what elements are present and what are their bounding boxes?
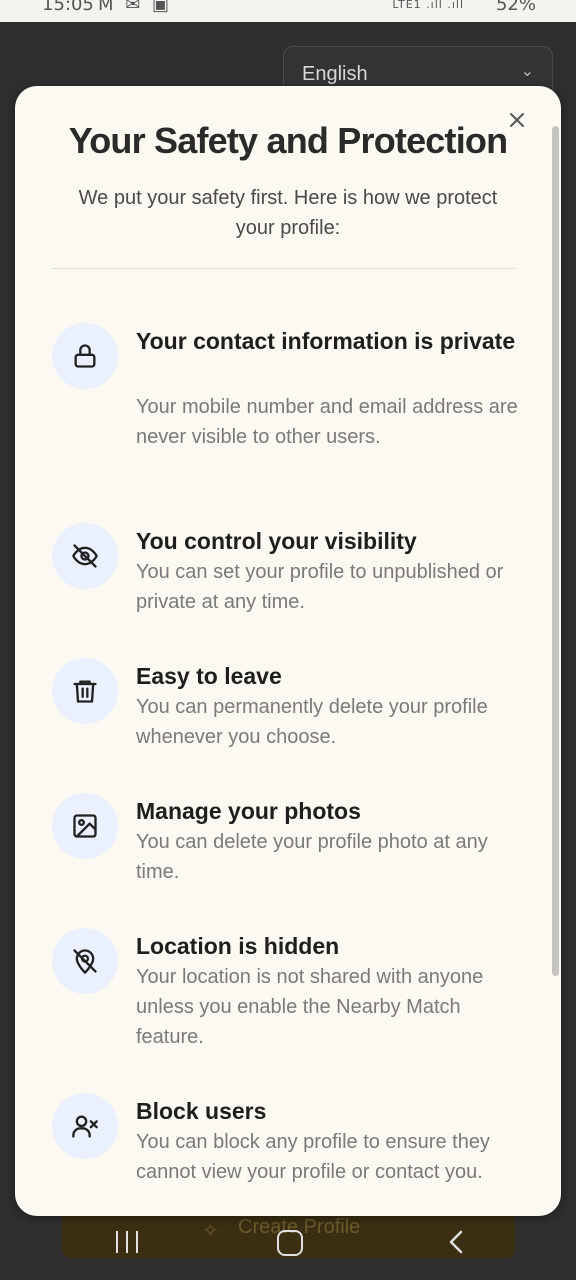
feature-title: Your contact information is private bbox=[136, 328, 516, 354]
battery-level: 52% bbox=[495, 0, 536, 15]
safety-modal: Your Safety and Protection We put your s… bbox=[15, 86, 561, 1216]
feature-icon-circle bbox=[52, 928, 118, 994]
feature-icon-circle bbox=[52, 793, 118, 859]
feature-icon-circle bbox=[52, 323, 118, 389]
feature-description: You can delete your profile photo at any… bbox=[136, 831, 488, 883]
eye-off-icon bbox=[72, 544, 98, 568]
recents-button[interactable] bbox=[116, 1231, 140, 1253]
feature-description: You can permanently delete your profile … bbox=[136, 696, 488, 748]
feature-description: You can block any profile to ensure they… bbox=[136, 1131, 490, 1183]
scrollbar[interactable] bbox=[552, 126, 559, 976]
trash-icon bbox=[73, 680, 97, 703]
status-time: 15:05 bbox=[42, 0, 94, 15]
home-button[interactable] bbox=[277, 1230, 303, 1256]
network-signal-icon: LTE1 .ıll .ıll bbox=[392, 0, 464, 11]
feature-icon-circle bbox=[52, 523, 118, 589]
feature-title: Manage your photos bbox=[136, 798, 361, 824]
modal-subtitle: We put your safety first. Here is how we… bbox=[78, 187, 498, 239]
feature-description: Your location is not shared with anyone … bbox=[136, 966, 484, 1048]
user-block-icon bbox=[72, 1115, 98, 1138]
divider bbox=[52, 268, 515, 269]
location-off-icon bbox=[73, 949, 97, 974]
lock-icon bbox=[74, 344, 96, 368]
feature-icon-circle bbox=[52, 1093, 118, 1159]
language-select-value: English bbox=[302, 63, 368, 85]
image-icon bbox=[73, 814, 97, 838]
feature-title: Easy to leave bbox=[136, 663, 282, 689]
notification-icons: M ✉ ▣ bbox=[98, 0, 173, 15]
feature-title: You control your visibility bbox=[136, 528, 417, 554]
status-bar: 15:05 M ✉ ▣ LTE1 .ıll .ıll 52% bbox=[0, 0, 576, 22]
system-nav-bar bbox=[0, 1205, 576, 1280]
feature-icon-circle bbox=[52, 658, 118, 724]
back-button[interactable] bbox=[444, 1229, 470, 1255]
feature-title: Location is hidden bbox=[136, 933, 340, 959]
chevron-down-icon: ⌄ bbox=[520, 63, 534, 80]
feature-description: You can set your profile to unpublished … bbox=[136, 561, 504, 613]
modal-title: Your Safety and Protection bbox=[68, 120, 508, 161]
feature-description: Your mobile number and email address are… bbox=[136, 396, 518, 448]
feature-title: Block users bbox=[136, 1098, 267, 1124]
